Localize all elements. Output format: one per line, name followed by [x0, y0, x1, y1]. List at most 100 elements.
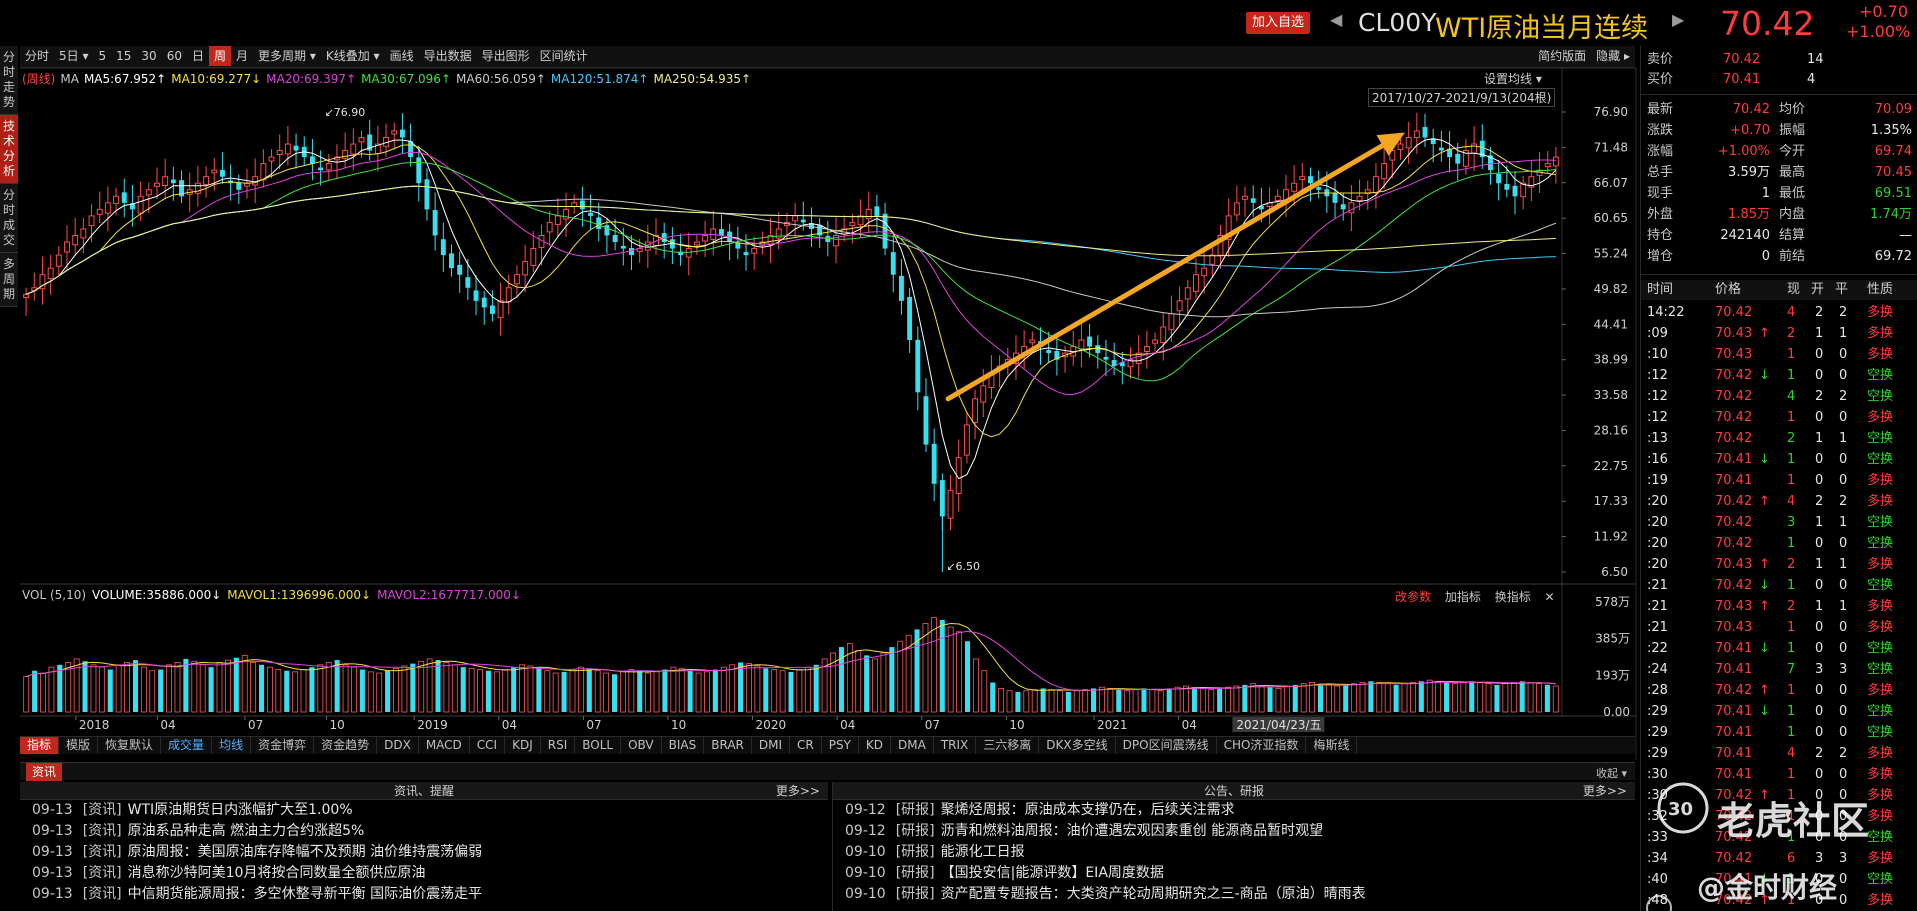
candle-body: [481, 297, 487, 308]
news-title[interactable]: 能源化工日报: [941, 844, 1025, 860]
candle-body: [1250, 198, 1256, 203]
news-title[interactable]: 原油周报：美国原油库存降幅不及预期 油价维持震荡偏弱: [128, 844, 482, 860]
indicator-tab-14[interactable]: BIAS: [662, 737, 705, 754]
indicator-tab-17[interactable]: CR: [790, 737, 822, 754]
volume-bar: [1536, 683, 1542, 713]
volume-bar: [1015, 691, 1021, 712]
news-item[interactable]: 09-10 [研报] 能源化工日报: [833, 842, 1635, 863]
volume-bar: [267, 666, 273, 713]
volume-bar: [1099, 686, 1105, 713]
next-symbol-icon[interactable]: ▶: [1672, 10, 1684, 29]
volume-bar: [1208, 689, 1215, 713]
candle-body: [162, 176, 169, 187]
indicator-tab-16[interactable]: DMI: [752, 737, 791, 754]
news-tab[interactable]: 资讯: [26, 763, 63, 781]
indicator-tab-24[interactable]: DPO区间震荡线: [1116, 737, 1217, 754]
indicator-tab-21[interactable]: TRIX: [934, 737, 977, 754]
tick-cell: 1: [1787, 641, 1796, 656]
indicator-tab-6[interactable]: 资金趋势: [314, 737, 378, 754]
price-tick-label: 38.99: [1594, 353, 1628, 367]
candle-body: [522, 261, 529, 276]
candle-body: [530, 248, 537, 267]
news-item[interactable]: 09-10 [研报] 资产配置专题报告：大类资产轮动周期研究之三-商品（原油）晴雨表: [833, 884, 1635, 905]
news-item[interactable]: 09-13 [资讯] 原油周报：美国原油库存降幅不及预期 油价维持震荡偏弱: [20, 842, 828, 863]
news-item[interactable]: 09-10 [研报] 【国投安信|能源评数】EIA周度数据: [833, 863, 1635, 884]
tick-row: :33 70.42 1 0 0 空换: [1641, 827, 1917, 848]
news-more-link[interactable]: 更多>>: [776, 782, 820, 800]
indicator-tab-12[interactable]: BOLL: [575, 737, 622, 754]
news-item[interactable]: 09-13 [资讯] 中信期货能源周报：多空休整寻新平衡 国际油价震荡走平: [20, 884, 828, 905]
tick-cell: 0: [1815, 641, 1824, 656]
volume-bar: [342, 664, 349, 713]
set-ma-button[interactable]: 设置均线 ▾: [1484, 70, 1542, 87]
indicator-tab-22[interactable]: 三六移离: [976, 737, 1040, 754]
tick-cell: 3: [1787, 515, 1796, 530]
volume-bar: [1393, 684, 1399, 712]
tick-cell: 2: [1787, 557, 1796, 572]
indicator-tab-23[interactable]: DKX多空线: [1039, 737, 1116, 754]
indicator-tab-10[interactable]: KDJ: [505, 737, 541, 754]
change-params-button[interactable]: 改参数: [1395, 590, 1431, 604]
candle-body: [473, 290, 479, 301]
candle-body: [1356, 195, 1363, 201]
indicator-tab-8[interactable]: MACD: [419, 737, 470, 754]
volume-bar: [813, 664, 819, 712]
news-item[interactable]: 09-13 [资讯] 消息称沙特阿美10月将按合同数量全额供应原油: [20, 863, 828, 884]
volume-bar: [804, 666, 811, 713]
indicator-tab-0[interactable]: 指标: [20, 737, 60, 754]
news-title[interactable]: 聚烯烃周报：原油成本支撑仍在，后续关注需求: [941, 802, 1235, 818]
time-tick-label: 04: [1182, 718, 1197, 732]
stat-label: 最新: [1647, 102, 1674, 117]
news-right-title: 公告、研报: [1203, 784, 1264, 798]
volume-tick-label: 0.00: [1603, 705, 1630, 719]
tick-cell: 多换: [1867, 494, 1894, 509]
indicator-tab-20[interactable]: DMA: [891, 737, 934, 754]
volume-tick-label: 193万: [1595, 668, 1630, 682]
tick-cell: :34: [1647, 851, 1668, 866]
volume-bar: [1452, 683, 1458, 713]
indicator-tab-18[interactable]: PSY: [822, 737, 859, 754]
ticks-col-header: 价格: [1715, 282, 1742, 297]
news-tag: [资讯]: [82, 802, 122, 818]
indicator-tab-1[interactable]: 模版: [59, 737, 99, 754]
news-panel-left: 资讯、提醒 更多>> 09-13 [资讯] WTI原油期货日内涨幅扩大至1.00% 0…: [20, 782, 828, 911]
tick-arrow: ↓: [1759, 368, 1770, 383]
report-more-link[interactable]: 更多>>: [1583, 782, 1627, 800]
news-title[interactable]: 沥青和燃料油周报：油价遭遇宏观因素重创 能源商品暂时观望: [941, 823, 1323, 839]
indicator-tab-3[interactable]: 成交量: [161, 737, 213, 754]
kline-chart[interactable]: 76.90 71.48 66.07 60.65 55.24 49.82 44.41 38.99…: [0, 0, 1640, 760]
swap-indicator-button[interactable]: 换指标: [1495, 590, 1531, 604]
collapse-button[interactable]: 收起 ▾: [1596, 765, 1627, 781]
news-title[interactable]: 【国投安信|能源评数】EIA周度数据: [941, 865, 1164, 881]
add-indicator-button[interactable]: 加指标: [1445, 590, 1481, 604]
time-tick-label: 07: [925, 718, 940, 732]
news-item[interactable]: 09-12 [研报] 聚烯烃周报：原油成本支撑仍在，后续关注需求: [833, 800, 1635, 821]
indicator-tab-11[interactable]: RSI: [541, 737, 576, 754]
candle-body: [1316, 187, 1322, 190]
candle-body: [1308, 176, 1313, 184]
news-title[interactable]: 中信期货能源周报：多空休整寻新平衡 国际油价震荡走平: [128, 886, 482, 902]
news-title[interactable]: WTI原油期货日内涨幅扩大至1.00%: [128, 802, 353, 818]
indicator-tab-7[interactable]: DDX: [377, 737, 419, 754]
close-icon[interactable]: ✕: [1545, 590, 1555, 604]
indicator-tab-19[interactable]: KD: [859, 737, 892, 754]
news-title[interactable]: 资产配置专题报告：大类资产轮动周期研究之三-商品（原油）晴雨表: [941, 886, 1366, 902]
tick-row: :34 70.42 6 3 3 多换: [1641, 848, 1917, 869]
volume-bar: [738, 662, 744, 712]
news-item[interactable]: 09-13 [资讯] WTI原油期货日内涨幅扩大至1.00%: [20, 800, 828, 821]
indicator-tab-25[interactable]: CHO济亚指数: [1217, 737, 1307, 754]
indicator-tab-2[interactable]: 恢复默认: [98, 737, 162, 754]
news-item[interactable]: 09-12 [研报] 沥青和燃料油周报：油价遭遇宏观因素重创 能源商品暂时观望: [833, 821, 1635, 842]
indicator-tab-15[interactable]: BRAR: [704, 737, 752, 754]
tick-row: :20 70.42 3 1 1 空换: [1641, 512, 1917, 533]
indicator-tab-5[interactable]: 资金博弈: [251, 737, 315, 754]
news-item[interactable]: 09-13 [资讯] 原油系品种走高 燃油主力合约涨超5%: [20, 821, 828, 842]
indicator-tab-26[interactable]: 梅斯线: [1306, 737, 1358, 754]
tick-cell: 0: [1815, 809, 1824, 824]
news-title[interactable]: 原油系品种走高 燃油主力合约涨超5%: [128, 823, 365, 839]
indicator-tab-9[interactable]: CCI: [470, 737, 506, 754]
indicator-tab-13[interactable]: OBV: [621, 737, 662, 754]
news-title[interactable]: 消息称沙特阿美10月将按合同数量全额供应原油: [128, 865, 426, 881]
indicator-tab-4[interactable]: 均线: [212, 737, 252, 754]
tick-cell: 0: [1839, 704, 1848, 719]
